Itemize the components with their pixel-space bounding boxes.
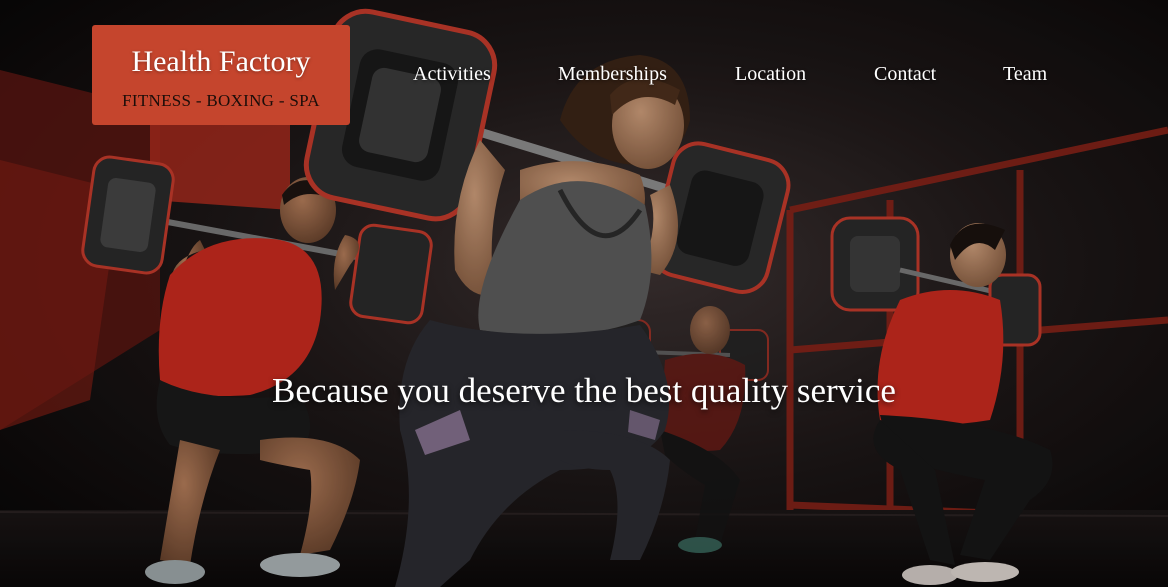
nav-item-activities[interactable]: Activities bbox=[413, 62, 491, 86]
hero-section: Health Factory FITNESS - BOXING - SPA Ac… bbox=[0, 0, 1168, 587]
nav-item-location[interactable]: Location bbox=[735, 62, 806, 86]
main-nav: Activities Memberships Location Contact … bbox=[0, 62, 1168, 88]
nav-item-contact[interactable]: Contact bbox=[874, 62, 936, 86]
nav-item-team[interactable]: Team bbox=[1003, 62, 1047, 86]
hero-headline: Because you deserve the best quality ser… bbox=[272, 371, 896, 410]
brand-tagline: FITNESS - BOXING - SPA bbox=[122, 91, 320, 110]
nav-item-memberships[interactable]: Memberships bbox=[558, 62, 667, 86]
